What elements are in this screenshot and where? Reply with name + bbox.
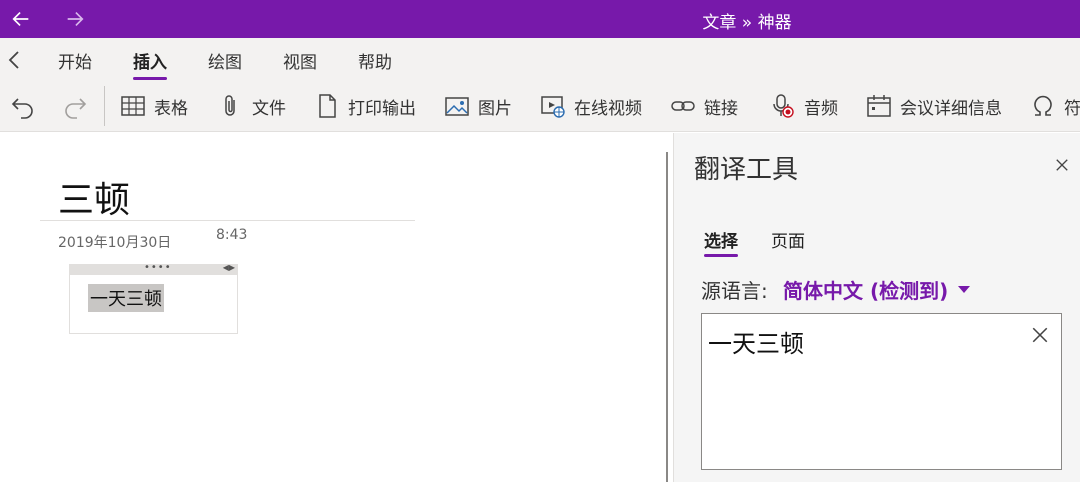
drag-dots-icon: •••• — [144, 262, 172, 273]
redo-button[interactable] — [62, 92, 96, 120]
note-container[interactable]: •••• ◀▶ 一天三顿 — [69, 262, 238, 334]
source-language-dropdown[interactable]: 简体中文 (检测到) — [783, 275, 971, 304]
audio-icon — [773, 94, 794, 118]
omega-icon — [1034, 95, 1052, 116]
table-icon — [121, 96, 145, 116]
chevron-down-icon — [958, 286, 971, 293]
insert-link-button[interactable]: 链接 — [670, 92, 738, 120]
picture-icon — [445, 97, 469, 116]
redo-icon — [65, 98, 87, 119]
tab-page[interactable]: 页面 — [771, 227, 805, 252]
tab-home[interactable]: 开始 — [58, 48, 92, 73]
source-language-label: 源语言: — [701, 279, 768, 303]
tab-selection[interactable]: 选择 — [704, 227, 738, 257]
translator-pane: 翻译工具 选择 页面 源语言: 简体中文 (检测到) 一天三顿 — [673, 133, 1080, 482]
close-icon[interactable] — [1050, 153, 1074, 177]
document-icon — [319, 94, 336, 118]
undo-icon — [11, 98, 33, 119]
tab-draw[interactable]: 绘图 — [208, 48, 242, 73]
tab-help[interactable]: 帮助 — [358, 48, 392, 73]
insert-table-button[interactable]: 表格 — [120, 92, 188, 120]
tab-insert[interactable]: 插入 — [133, 48, 167, 80]
calendar-icon — [867, 95, 891, 117]
insert-symbol-button[interactable]: 符 — [1030, 92, 1080, 120]
translator-title: 翻译工具 — [694, 155, 799, 185]
title-bar: 文章 » 神器 — [0, 0, 1080, 38]
insert-toolbar: 表格 文件 打印输出 图片 在线视频 链接 音频 会议详细信息 符 — [0, 82, 1080, 132]
resize-arrows-icon[interactable]: ◀▶ — [223, 263, 235, 272]
pane-divider[interactable] — [666, 152, 668, 482]
insert-file-button[interactable]: 文件 — [218, 92, 286, 120]
window-title: 文章 » 神器 — [702, 13, 792, 33]
page-title[interactable]: 三顿 — [58, 171, 130, 223]
clear-icon[interactable] — [1029, 324, 1051, 346]
page-date: 2019年10月30日 — [58, 235, 172, 251]
container-drag-handle[interactable]: •••• ◀▶ — [70, 262, 237, 275]
source-text-input[interactable]: 一天三顿 — [702, 314, 1061, 469]
insert-meeting-details-button[interactable]: 会议详细信息 — [866, 92, 1002, 120]
tab-view[interactable]: 视图 — [283, 48, 317, 73]
toolbar-separator — [104, 86, 105, 126]
selected-note-text[interactable]: 一天三顿 — [88, 284, 164, 312]
source-text-box[interactable]: 一天三顿 — [701, 313, 1062, 470]
chevron-left-icon[interactable] — [4, 48, 24, 72]
paperclip-icon — [225, 95, 235, 116]
page-time: 8:43 — [216, 227, 248, 243]
insert-picture-button[interactable]: 图片 — [444, 92, 512, 120]
undo-button[interactable] — [10, 92, 44, 120]
insert-audio-button[interactable]: 音频 — [770, 92, 838, 120]
note-page[interactable]: 三顿 2019年10月30日 8:43 •••• ◀▶ 一天三顿 — [0, 133, 666, 482]
insert-printout-button[interactable]: 打印输出 — [314, 92, 416, 120]
online-video-icon — [541, 96, 565, 118]
link-icon — [671, 101, 695, 111]
title-divider — [40, 220, 415, 221]
insert-online-video-button[interactable]: 在线视频 — [540, 92, 642, 120]
ribbon-tabs: 开始 插入 绘图 视图 帮助 — [0, 38, 1080, 82]
